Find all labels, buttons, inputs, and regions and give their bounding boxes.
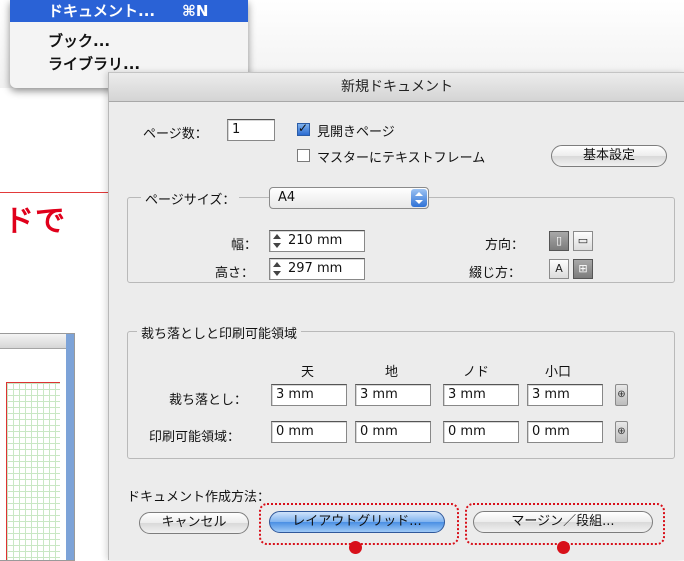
slug-outside-input[interactable]: 0 mm	[527, 421, 603, 443]
slug-link-icon[interactable]: ⊕	[615, 421, 628, 443]
new-document-dialog: 新規ドキュメント ページ数： 1 見開きページ マスターにテキストフレーム 基本…	[108, 72, 684, 560]
slug-bottom-input[interactable]: 0 mm	[355, 421, 431, 443]
menu-item-label: ライブラリ...	[48, 55, 141, 73]
orientation-label: 方向：	[485, 238, 525, 253]
bleed-inside-input[interactable]: 3 mm	[443, 384, 519, 406]
document-scrollbar[interactable]	[66, 334, 74, 560]
width-label: 幅：	[231, 238, 258, 253]
background-heading: ドで	[4, 204, 66, 239]
page-size-group-label: ページサイズ：	[141, 189, 240, 208]
highlight-marker-dot	[349, 541, 362, 554]
width-input[interactable]: 210 mm	[269, 230, 365, 252]
facing-pages-checkbox[interactable]	[297, 121, 310, 136]
dialog-title: 新規ドキュメント	[109, 73, 684, 102]
stepper-icon[interactable]	[272, 233, 282, 249]
height-label: 高さ：	[215, 266, 255, 281]
layout-grid-preview	[6, 382, 60, 560]
facing-pages-label: 見開きページ	[317, 125, 395, 140]
page-size-select[interactable]: A4	[269, 187, 429, 209]
page-count-label: ページ数：	[143, 127, 208, 142]
height-value: 297 mm	[288, 261, 343, 276]
portrait-icon[interactable]: ▯	[549, 231, 569, 251]
document-titlebar	[0, 334, 66, 349]
column-header-inside: ノド	[463, 365, 490, 380]
master-text-frame-checkbox[interactable]	[297, 149, 310, 162]
bleed-outside-input[interactable]: 3 mm	[527, 384, 603, 406]
slug-top-input[interactable]: 0 mm	[271, 421, 347, 443]
highlight-marker-dot	[557, 541, 570, 554]
bleed-label: 裁ち落とし：	[169, 393, 248, 408]
width-value: 210 mm	[288, 233, 343, 248]
cancel-button[interactable]: キャンセル	[139, 512, 249, 534]
bleed-slug-group-label: 裁ち落としと印刷可能領域	[137, 323, 302, 342]
slug-inside-input[interactable]: 0 mm	[443, 421, 519, 443]
binding-left-icon[interactable]: A	[549, 259, 569, 279]
bleed-top-input[interactable]: 3 mm	[271, 384, 347, 406]
margin-columns-button[interactable]: マージン／段組...	[473, 511, 653, 533]
page-count-input[interactable]: 1	[227, 119, 275, 141]
bleed-bottom-input[interactable]: 3 mm	[355, 384, 431, 406]
slug-label: 印刷可能領域：	[149, 430, 241, 445]
stepper-icon[interactable]	[272, 261, 282, 277]
height-input[interactable]: 297 mm	[269, 258, 365, 280]
binding-label: 綴じ方：	[469, 266, 522, 281]
layout-grid-button[interactable]: レイアウトグリッド...	[269, 511, 445, 533]
column-header-bottom: 地	[385, 365, 399, 380]
binding-right-icon[interactable]: ⊞	[573, 259, 593, 279]
column-header-top: 天	[301, 365, 315, 380]
menu-shortcut: ⌘N	[182, 2, 209, 20]
bleed-link-icon[interactable]: ⊕	[615, 384, 628, 406]
basic-settings-button[interactable]: 基本設定	[551, 145, 667, 167]
background-document-window	[0, 333, 75, 561]
menu-item-document[interactable]: ドキュメント... ⌘N	[10, 0, 248, 22]
menu-item-label: ブック...	[48, 32, 111, 50]
page-size-value: A4	[278, 190, 296, 205]
background-divider	[0, 192, 124, 193]
creation-method-label: ドキュメント作成方法：	[127, 490, 271, 505]
landscape-icon[interactable]: ▭	[573, 231, 593, 251]
column-header-outside: 小口	[545, 365, 572, 380]
menu-item-label: ドキュメント...	[48, 2, 156, 20]
select-arrows-icon	[411, 189, 427, 207]
master-text-frame-label: マスターにテキストフレーム	[317, 151, 486, 166]
menu-item-book[interactable]: ブック...	[10, 30, 248, 52]
